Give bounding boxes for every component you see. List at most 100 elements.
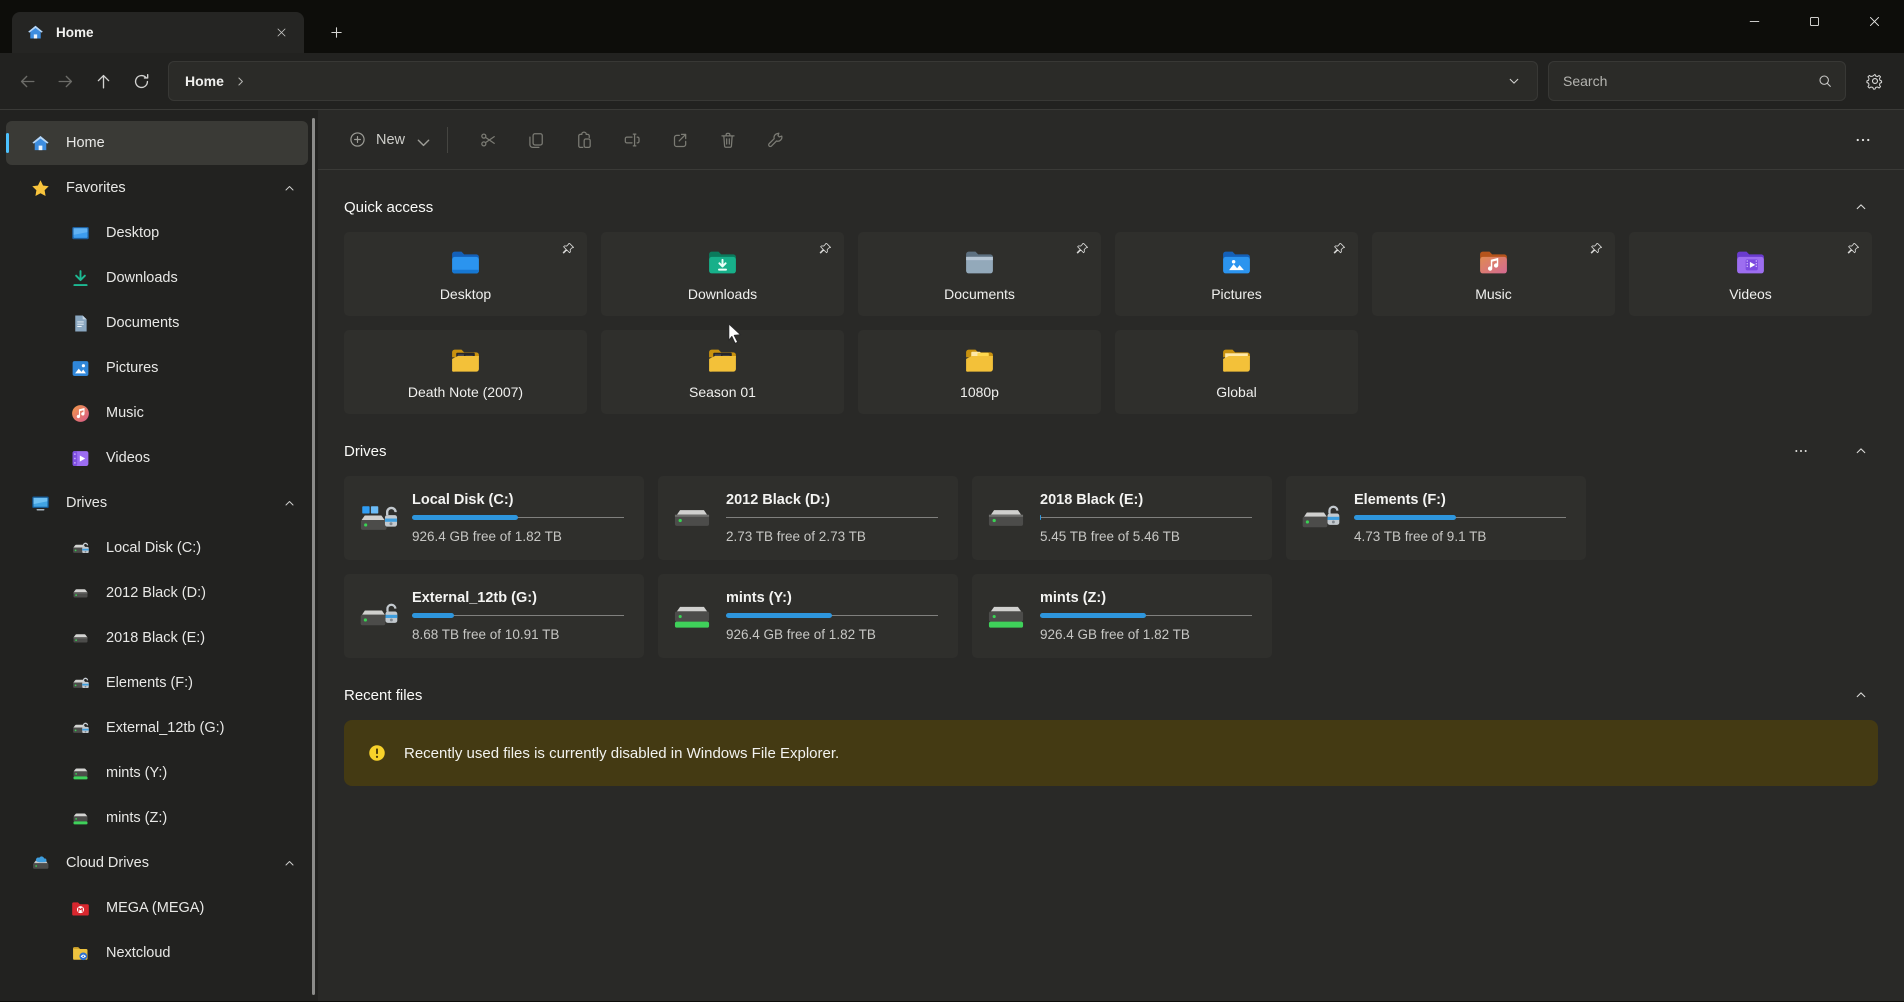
- up-button[interactable]: [84, 63, 122, 99]
- pin-icon[interactable]: [1074, 241, 1090, 257]
- sidebar-item-nextcloud[interactable]: Nextcloud: [6, 931, 308, 975]
- forward-button[interactable]: [46, 63, 84, 99]
- usage-bar: [1040, 613, 1252, 618]
- chevron-up-icon[interactable]: [283, 497, 296, 510]
- paste-button[interactable]: [560, 121, 608, 159]
- chevron-down-icon: [414, 133, 427, 146]
- drives-header: Drives: [344, 440, 1876, 462]
- chevron-right-icon[interactable]: [234, 75, 247, 88]
- drives-more-icon[interactable]: [1786, 440, 1816, 462]
- usage-bar: [1354, 515, 1566, 520]
- settings-button[interactable]: [1856, 63, 1894, 99]
- address-dropdown-icon[interactable]: [1501, 68, 1527, 94]
- drive-card-2018-black-e[interactable]: 2018 Black (E:) 5.45 TB free of 5.46 TB: [972, 476, 1272, 560]
- folder-pictures-icon: [1219, 246, 1254, 279]
- search-box[interactable]: [1548, 61, 1846, 101]
- rename-button[interactable]: [608, 121, 656, 159]
- sidebar-scrollbar[interactable]: [312, 118, 315, 995]
- toolbar-divider: [447, 127, 448, 153]
- new-button[interactable]: New: [344, 124, 431, 155]
- navigation-bar: Home: [0, 53, 1904, 110]
- pin-icon[interactable]: [1331, 241, 1347, 257]
- collapse-quick-access-icon[interactable]: [1846, 196, 1876, 218]
- quick-access-card-death-note[interactable]: Death Note (2007): [344, 330, 587, 414]
- search-input[interactable]: [1563, 73, 1817, 89]
- sidebar-item-favorites[interactable]: Favorites: [6, 166, 308, 210]
- chevron-up-icon[interactable]: [283, 182, 296, 195]
- house-icon: [30, 133, 51, 154]
- folder-media-icon: [705, 344, 740, 377]
- sidebar-item-downloads[interactable]: Downloads: [6, 256, 308, 300]
- copy-button[interactable]: [512, 121, 560, 159]
- sidebar-item-mega[interactable]: MEGA (MEGA): [6, 886, 308, 930]
- tab-close-icon[interactable]: [268, 20, 294, 46]
- maximize-button[interactable]: [1784, 0, 1844, 42]
- back-button[interactable]: [8, 63, 46, 99]
- sidebar-item-2018-black-e[interactable]: 2018 Black (E:): [6, 616, 308, 660]
- sidebar-item-music[interactable]: Music: [6, 391, 308, 435]
- share-button[interactable]: [656, 121, 704, 159]
- content-pane: New Quick access: [318, 110, 1904, 1001]
- recent-files-header: Recent files: [344, 684, 1876, 706]
- drive-card-elements-f[interactable]: Elements (F:) 4.73 TB free of 9.1 TB: [1286, 476, 1586, 560]
- quick-access-card-downloads[interactable]: Downloads: [601, 232, 844, 316]
- see-more-button[interactable]: [1844, 123, 1882, 157]
- sidebar-item-documents[interactable]: Documents: [6, 301, 308, 345]
- title-bar: Home: [0, 0, 1904, 53]
- usage-bar: [412, 515, 624, 520]
- quick-access-card-pictures[interactable]: Pictures: [1115, 232, 1358, 316]
- new-tab-button[interactable]: [322, 18, 350, 46]
- sidebar-item-mints-y[interactable]: mints (Y:): [6, 751, 308, 795]
- delete-button[interactable]: [704, 121, 752, 159]
- quick-access-card-desktop[interactable]: Desktop: [344, 232, 587, 316]
- tab-title: Home: [56, 25, 268, 40]
- quick-access-card-season-01[interactable]: Season 01: [601, 330, 844, 414]
- pin-icon[interactable]: [1845, 241, 1861, 257]
- sidebar-item-drives[interactable]: Drives: [6, 481, 308, 525]
- pin-icon[interactable]: [817, 241, 833, 257]
- sidebar-item-cloud-drives[interactable]: Cloud Drives: [6, 841, 308, 885]
- drive-card-external-12tb-g[interactable]: External_12tb (G:) 8.68 TB free of 10.91…: [344, 574, 644, 658]
- drive-card-local-disk-c[interactable]: Local Disk (C:) 926.4 GB free of 1.82 TB: [344, 476, 644, 560]
- pin-icon[interactable]: [560, 241, 576, 257]
- pictures-icon: [70, 358, 91, 379]
- quick-access-card-music[interactable]: Music: [1372, 232, 1615, 316]
- sidebar-item-home[interactable]: Home: [6, 121, 308, 165]
- cut-button[interactable]: [464, 121, 512, 159]
- quick-access-header: Quick access: [344, 196, 1876, 218]
- minimize-button[interactable]: [1724, 0, 1784, 42]
- drive-lock-icon: [1299, 497, 1341, 539]
- properties-button[interactable]: [752, 121, 800, 159]
- quick-access-card-global[interactable]: Global: [1115, 330, 1358, 414]
- sidebar-item-videos[interactable]: Videos: [6, 436, 308, 480]
- recent-files-title: Recent files: [344, 687, 422, 704]
- chevron-up-icon[interactable]: [283, 857, 296, 870]
- quick-access-card-1080p[interactable]: 1080p: [858, 330, 1101, 414]
- drive-icon: [985, 497, 1027, 539]
- sidebar-item-desktop[interactable]: Desktop: [6, 211, 308, 255]
- tab-home[interactable]: Home: [12, 12, 304, 53]
- address-bar[interactable]: Home: [168, 61, 1538, 101]
- quick-access-title: Quick access: [344, 199, 433, 216]
- drives-title: Drives: [344, 443, 387, 460]
- nextcloud-folder-icon: [70, 943, 91, 964]
- drive-card-mints-z[interactable]: mints (Z:) 926.4 GB free of 1.82 TB: [972, 574, 1272, 658]
- pin-icon[interactable]: [1588, 241, 1604, 257]
- quick-access-card-videos[interactable]: Videos: [1629, 232, 1872, 316]
- mega-folder-icon: [70, 898, 91, 919]
- sidebar-item-2012-black-d[interactable]: 2012 Black (D:): [6, 571, 308, 615]
- collapse-recent-files-icon[interactable]: [1846, 684, 1876, 706]
- collapse-drives-icon[interactable]: [1846, 440, 1876, 462]
- refresh-button[interactable]: [122, 63, 160, 99]
- drive-card-mints-y[interactable]: mints (Y:) 926.4 GB free of 1.82 TB: [658, 574, 958, 658]
- close-button[interactable]: [1844, 0, 1904, 42]
- drive-card-2012-black-d[interactable]: 2012 Black (D:) 2.73 TB free of 2.73 TB: [658, 476, 958, 560]
- sidebar-item-elements-f[interactable]: Elements (F:): [6, 661, 308, 705]
- sidebar-item-external-12tb-g[interactable]: External_12tb (G:): [6, 706, 308, 750]
- sidebar-item-local-disk-c[interactable]: Local Disk (C:): [6, 526, 308, 570]
- quick-access-card-documents[interactable]: Documents: [858, 232, 1101, 316]
- drive-lock-icon: [70, 718, 91, 739]
- sidebar-item-mints-z[interactable]: mints (Z:): [6, 796, 308, 840]
- sidebar-item-pictures[interactable]: Pictures: [6, 346, 308, 390]
- breadcrumb[interactable]: Home: [185, 73, 224, 89]
